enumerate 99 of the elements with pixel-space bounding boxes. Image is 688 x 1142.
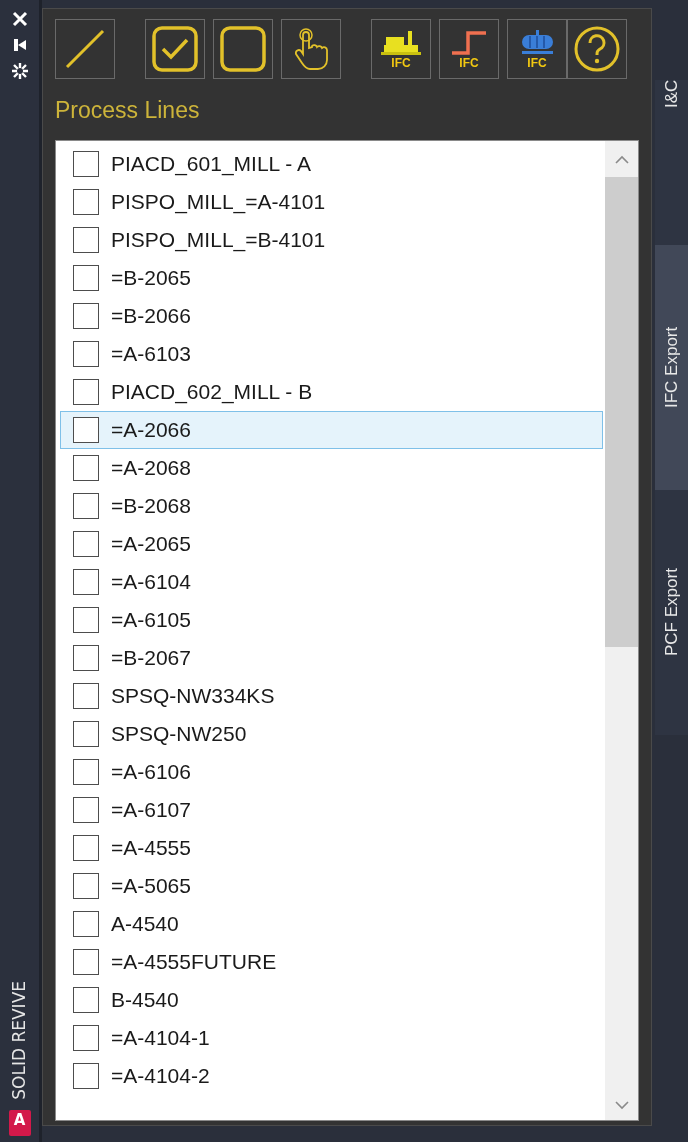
- list-item[interactable]: SPSQ-NW250: [60, 714, 603, 753]
- side-tab[interactable]: IFC Export: [655, 245, 688, 490]
- checkbox[interactable]: [73, 264, 99, 291]
- item-label: =B-2066: [111, 302, 191, 329]
- scroll-up-icon[interactable]: [613, 154, 630, 165]
- item-label: =A-2065: [111, 530, 191, 557]
- list-item[interactable]: =A-4104-1: [60, 1018, 603, 1057]
- item-label: =A-2068: [111, 454, 191, 481]
- item-label: B-4540: [111, 986, 179, 1013]
- item-label: =A-2066: [111, 416, 191, 443]
- list-item[interactable]: =A-6104: [60, 562, 603, 601]
- list-item[interactable]: =A-2065: [60, 524, 603, 563]
- list-item[interactable]: PISPO_MILL_=A-4101: [60, 182, 603, 221]
- item-label: SPSQ-NW334KS: [111, 682, 275, 709]
- list-item[interactable]: =B-2068: [60, 486, 603, 525]
- checkbox[interactable]: [73, 1062, 99, 1089]
- list-item[interactable]: =B-2066: [60, 296, 603, 335]
- item-label: =B-2065: [111, 264, 191, 291]
- item-label: PIACD_602_MILL - B: [111, 378, 313, 406]
- checkbox[interactable]: [73, 872, 99, 899]
- checkbox[interactable]: [73, 682, 99, 709]
- ifc-pipe-button[interactable]: IFC: [439, 19, 499, 79]
- list-item[interactable]: =A-4555FUTURE: [60, 942, 603, 981]
- list-item[interactable]: =A-6106: [60, 752, 603, 791]
- list-item[interactable]: =A-2066: [60, 410, 603, 449]
- list-item[interactable]: =A-5065: [60, 866, 603, 905]
- item-label: PISPO_MILL_=A-4101: [111, 188, 326, 216]
- app-icon: A: [8, 1110, 31, 1136]
- item-label: =A-4555FUTURE: [111, 948, 277, 975]
- list-item[interactable]: =B-2065: [60, 258, 603, 297]
- help-icon: [572, 24, 622, 74]
- panel-title: Process Lines: [55, 96, 201, 125]
- list-item[interactable]: =A-6105: [60, 600, 603, 639]
- item-label: =A-5065: [111, 872, 191, 899]
- list-item[interactable]: =A-4555: [60, 828, 603, 867]
- checkbox[interactable]: [73, 948, 99, 975]
- checkbox[interactable]: [73, 644, 99, 671]
- list-item[interactable]: =A-2068: [60, 448, 603, 487]
- item-label: =A-4104-1: [111, 1024, 210, 1051]
- checkbox[interactable]: [73, 226, 99, 253]
- item-label: =A-4555: [111, 834, 191, 861]
- item-label: PIACD_601_MILL - A: [111, 150, 311, 178]
- checkbox[interactable]: [73, 416, 99, 443]
- checkbox[interactable]: [73, 910, 99, 937]
- item-label: =B-2068: [111, 492, 191, 519]
- checkbox[interactable]: [73, 720, 99, 747]
- item-label: SPSQ-NW250: [111, 720, 247, 747]
- uncheck-all-button[interactable]: [213, 19, 273, 79]
- list-item[interactable]: =A-6103: [60, 334, 603, 373]
- list-item[interactable]: PISPO_MILL_=B-4101: [60, 220, 603, 259]
- checkbox[interactable]: [73, 302, 99, 329]
- list-item[interactable]: B-4540: [60, 980, 603, 1019]
- checkbox-checked-icon: [150, 24, 200, 74]
- checkbox[interactable]: [73, 378, 99, 405]
- checkbox[interactable]: [73, 606, 99, 633]
- list-item[interactable]: PIACD_602_MILL - B: [60, 372, 603, 411]
- checkbox[interactable]: [73, 834, 99, 861]
- pick-button[interactable]: [281, 19, 341, 79]
- item-label: =A-6104: [111, 568, 191, 595]
- checkbox[interactable]: [73, 530, 99, 557]
- scroll-thumb[interactable]: [605, 176, 638, 647]
- list-item[interactable]: =A-4104-2: [60, 1056, 603, 1095]
- item-label: =A-6106: [111, 758, 191, 785]
- item-label: =A-6107: [111, 796, 191, 823]
- line-button[interactable]: [55, 19, 115, 79]
- side-tab[interactable]: I&C: [655, 80, 688, 245]
- ifc-vessel-button[interactable]: IFC: [507, 19, 567, 79]
- item-label: A-4540: [111, 910, 179, 937]
- item-label: =A-6103: [111, 340, 191, 367]
- checkbox[interactable]: [73, 188, 99, 215]
- item-label: =A-4104-2: [111, 1062, 210, 1089]
- checkbox[interactable]: [73, 454, 99, 481]
- ifc-equipment-button[interactable]: IFC: [371, 19, 431, 79]
- item-label: PISPO_MILL_=B-4101: [111, 226, 326, 254]
- checkbox[interactable]: [73, 150, 99, 177]
- help-button[interactable]: [567, 19, 627, 79]
- checkbox[interactable]: [73, 758, 99, 785]
- list-item[interactable]: =B-2067: [60, 638, 603, 677]
- equipment-icon: [380, 29, 422, 57]
- item-label: =A-6105: [111, 606, 191, 633]
- scroll-down-icon[interactable]: [613, 1100, 630, 1110]
- side-tab[interactable]: PCF Export: [655, 490, 688, 735]
- list-item[interactable]: PIACD_601_MILL - A: [60, 144, 603, 183]
- close-icon[interactable]: [10, 10, 29, 28]
- scrollbar[interactable]: [605, 140, 638, 1120]
- checkbox[interactable]: [73, 492, 99, 519]
- checkbox[interactable]: [73, 1024, 99, 1051]
- gear-icon[interactable]: [10, 62, 29, 80]
- list-item[interactable]: A-4540: [60, 904, 603, 943]
- checkbox[interactable]: [73, 796, 99, 823]
- list-item[interactable]: SPSQ-NW334KS: [60, 676, 603, 715]
- brand-label: SOLID REVIVE: [7, 981, 30, 1100]
- check-all-button[interactable]: [145, 19, 205, 79]
- checkbox[interactable]: [73, 568, 99, 595]
- checkbox[interactable]: [73, 986, 99, 1013]
- checkbox-icon: [218, 24, 268, 74]
- item-label: =B-2067: [111, 644, 191, 671]
- list-item[interactable]: =A-6107: [60, 790, 603, 829]
- checkbox[interactable]: [73, 340, 99, 367]
